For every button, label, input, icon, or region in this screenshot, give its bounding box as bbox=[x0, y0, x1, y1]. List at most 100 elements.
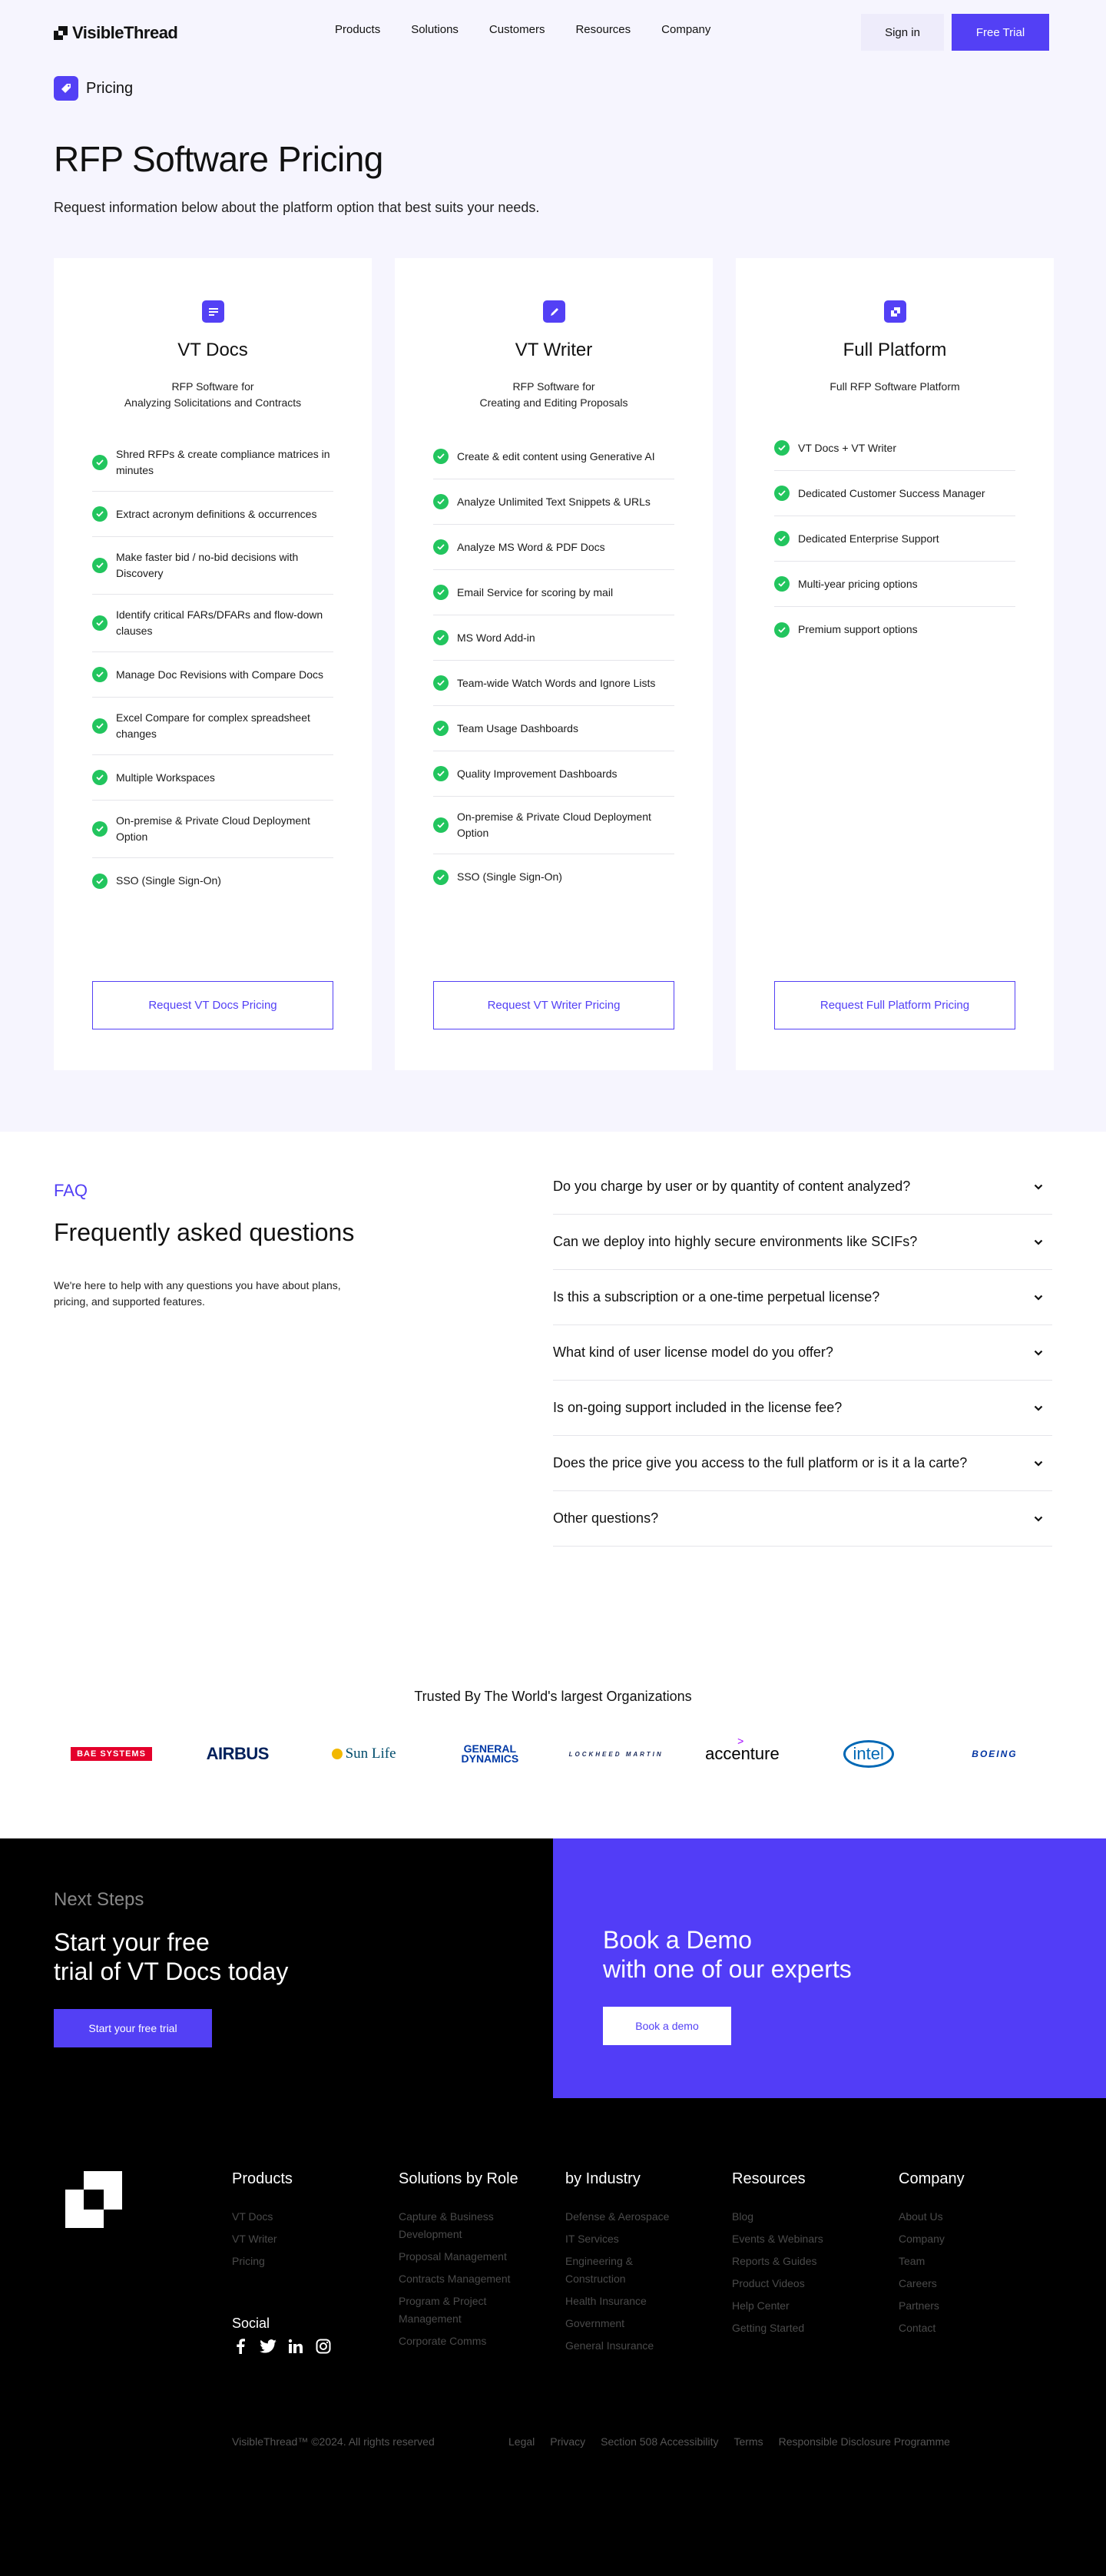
footer-logo-icon[interactable] bbox=[65, 2171, 122, 2228]
chevron-down-icon[interactable] bbox=[1034, 1293, 1043, 1302]
footer-link[interactable]: Corporate Comms bbox=[399, 2332, 522, 2350]
check-circle-icon bbox=[92, 821, 108, 837]
brand-logo[interactable]: VisibleThread bbox=[54, 23, 178, 43]
book-demo-heading: Book a Demo with one of our experts bbox=[603, 1926, 852, 1983]
footer-link[interactable]: Events & Webinars bbox=[732, 2230, 855, 2248]
chevron-down-icon[interactable] bbox=[1034, 1514, 1043, 1523]
chevron-down-icon[interactable] bbox=[1034, 1238, 1043, 1247]
check-circle-icon bbox=[774, 622, 790, 638]
footer-link[interactable]: Health Insurance bbox=[565, 2293, 688, 2310]
instagram-icon[interactable] bbox=[315, 2338, 332, 2355]
footer-link[interactable]: Contracts Management bbox=[399, 2270, 522, 2288]
faq-item[interactable]: What kind of user license model do you o… bbox=[553, 1325, 1052, 1381]
footer-columns: Products VT Docs VT Writer Pricing Solutions… bbox=[232, 2170, 1065, 2359]
sun-life-logo: Sun Life bbox=[306, 1739, 422, 1769]
footer-link[interactable]: Getting Started bbox=[732, 2319, 855, 2337]
footer-link[interactable]: Careers bbox=[899, 2275, 1022, 2293]
footer-link[interactable]: Engineering & Construction bbox=[565, 2253, 688, 2288]
start-free-trial-button[interactable]: Start your free trial bbox=[54, 2009, 212, 2047]
legal-link[interactable]: Legal bbox=[508, 2435, 535, 2448]
cta-section: Next Steps Start your free trial of VT Do… bbox=[0, 1838, 1106, 2098]
faq-item[interactable]: Other questions? bbox=[553, 1491, 1052, 1547]
faq-question: Is this a subscription or a one-time per… bbox=[553, 1289, 880, 1305]
check-circle-icon bbox=[92, 770, 108, 785]
footer-link[interactable]: Team bbox=[899, 2253, 1022, 2270]
faq-title: Frequently asked questions bbox=[54, 1218, 355, 1246]
footer-link[interactable]: Program & Project Management bbox=[399, 2293, 522, 2328]
footer-link[interactable]: Reports & Guides bbox=[732, 2253, 855, 2270]
chevron-down-icon[interactable] bbox=[1034, 1182, 1043, 1192]
footer-link[interactable]: Pricing bbox=[232, 2253, 355, 2270]
footer-link[interactable]: General Insurance bbox=[565, 2337, 688, 2355]
footer-link[interactable]: About Us bbox=[899, 2208, 1022, 2226]
breadcrumb-label: Pricing bbox=[86, 79, 134, 97]
check-circle-icon bbox=[774, 486, 790, 501]
top-nav: VisibleThread Products Solutions Custome… bbox=[0, 0, 1106, 63]
footer-link[interactable]: Defense & Aerospace bbox=[565, 2208, 688, 2226]
footer-link[interactable]: Partners bbox=[899, 2297, 1022, 2315]
feature-text: Make faster bid / no-bid decisions with … bbox=[116, 551, 299, 579]
sign-in-button[interactable]: Sign in bbox=[861, 14, 944, 51]
faq-item[interactable]: Is on-going support included in the lice… bbox=[553, 1381, 1052, 1436]
feature-text: Identify critical FARs/DFARs and flow-do… bbox=[116, 608, 323, 637]
footer-link[interactable]: Government bbox=[565, 2315, 688, 2332]
footer-link[interactable]: Product Videos bbox=[732, 2275, 855, 2293]
twitter-icon[interactable] bbox=[260, 2338, 276, 2355]
footer-link[interactable]: VT Docs bbox=[232, 2208, 355, 2226]
footer-link[interactable]: Help Center bbox=[732, 2297, 855, 2315]
feature-item: Identify critical FARs/DFARs and flow-do… bbox=[92, 595, 333, 652]
faq-item[interactable]: Do you charge by user or by quantity of … bbox=[553, 1159, 1052, 1215]
faq-item[interactable]: Is this a subscription or a one-time per… bbox=[553, 1270, 1052, 1325]
footer-link[interactable]: Proposal Management bbox=[399, 2248, 522, 2266]
feature-text: Dedicated Enterprise Support bbox=[798, 532, 939, 545]
feature-item: Analyze Unlimited Text Snippets & URLs bbox=[433, 479, 674, 525]
check-circle-icon bbox=[433, 675, 449, 691]
request-full-platform-pricing-button[interactable]: Request Full Platform Pricing bbox=[774, 981, 1015, 1029]
feature-text: SSO (Single Sign-On) bbox=[457, 870, 562, 883]
footer-column-title: Solutions by Role bbox=[399, 2170, 518, 2187]
footer-link[interactable]: Capture & Business Development bbox=[399, 2208, 522, 2243]
footer-link[interactable]: Blog bbox=[732, 2208, 855, 2226]
privacy-link[interactable]: Privacy bbox=[550, 2435, 585, 2448]
chevron-down-icon[interactable] bbox=[1034, 1404, 1043, 1413]
pencil-icon bbox=[543, 300, 565, 323]
nav-customers[interactable]: Customers bbox=[489, 23, 545, 36]
check-circle-icon bbox=[433, 721, 449, 736]
footer-link[interactable]: IT Services bbox=[565, 2230, 688, 2248]
main-menu: Products Solutions Customers Resources C… bbox=[335, 23, 710, 36]
feature-text: Analyze Unlimited Text Snippets & URLs bbox=[457, 495, 651, 508]
feature-item: Extract acronym definitions & occurrence… bbox=[92, 492, 333, 537]
request-vt-writer-pricing-button[interactable]: Request VT Writer Pricing bbox=[433, 981, 674, 1029]
feature-item: Make faster bid / no-bid decisions with … bbox=[92, 537, 333, 595]
nav-resources[interactable]: Resources bbox=[575, 23, 631, 36]
price-tag-icon bbox=[54, 76, 78, 101]
nav-company[interactable]: Company bbox=[661, 23, 710, 36]
faq-item[interactable]: Can we deploy into highly secure environ… bbox=[553, 1215, 1052, 1270]
book-demo-button[interactable]: Book a demo bbox=[603, 2007, 731, 2045]
faq-question: Is on-going support included in the lice… bbox=[553, 1400, 843, 1415]
free-trial-heading: Start your free trial of VT Docs today bbox=[54, 1928, 289, 1985]
nav-products[interactable]: Products bbox=[335, 23, 380, 36]
chevron-down-icon[interactable] bbox=[1034, 1348, 1043, 1358]
terms-link[interactable]: Terms bbox=[733, 2435, 763, 2448]
feature-list: VT Docs + VT Writer Dedicated Customer Su… bbox=[774, 426, 1015, 652]
facebook-icon[interactable] bbox=[232, 2338, 249, 2355]
section-508-link[interactable]: Section 508 Accessibility bbox=[601, 2435, 718, 2448]
footer-link[interactable]: VT Writer bbox=[232, 2230, 355, 2248]
check-circle-icon bbox=[774, 531, 790, 546]
footer-link[interactable]: Company bbox=[899, 2230, 1022, 2248]
footer-column: Company About Us Company Team Careers Partner… bbox=[899, 2170, 1065, 2359]
check-circle-icon bbox=[433, 869, 449, 885]
card-subtitle: RFP Software for Creating and Editing Pr… bbox=[479, 380, 628, 409]
linkedin-icon[interactable] bbox=[287, 2338, 304, 2355]
faq-question: What kind of user license model do you o… bbox=[553, 1344, 833, 1360]
feature-text: VT Docs + VT Writer bbox=[798, 441, 896, 454]
footer-link[interactable]: Contact bbox=[899, 2319, 1022, 2337]
free-trial-panel: Next Steps Start your free trial of VT Do… bbox=[0, 1838, 553, 2098]
faq-item[interactable]: Does the price give you access to the fu… bbox=[553, 1436, 1052, 1491]
responsible-disclosure-link[interactable]: Responsible Disclosure Programme bbox=[779, 2435, 950, 2448]
nav-solutions[interactable]: Solutions bbox=[411, 23, 459, 36]
request-vt-docs-pricing-button[interactable]: Request VT Docs Pricing bbox=[92, 981, 333, 1029]
chevron-down-icon[interactable] bbox=[1034, 1459, 1043, 1468]
free-trial-button[interactable]: Free Trial bbox=[952, 14, 1049, 51]
